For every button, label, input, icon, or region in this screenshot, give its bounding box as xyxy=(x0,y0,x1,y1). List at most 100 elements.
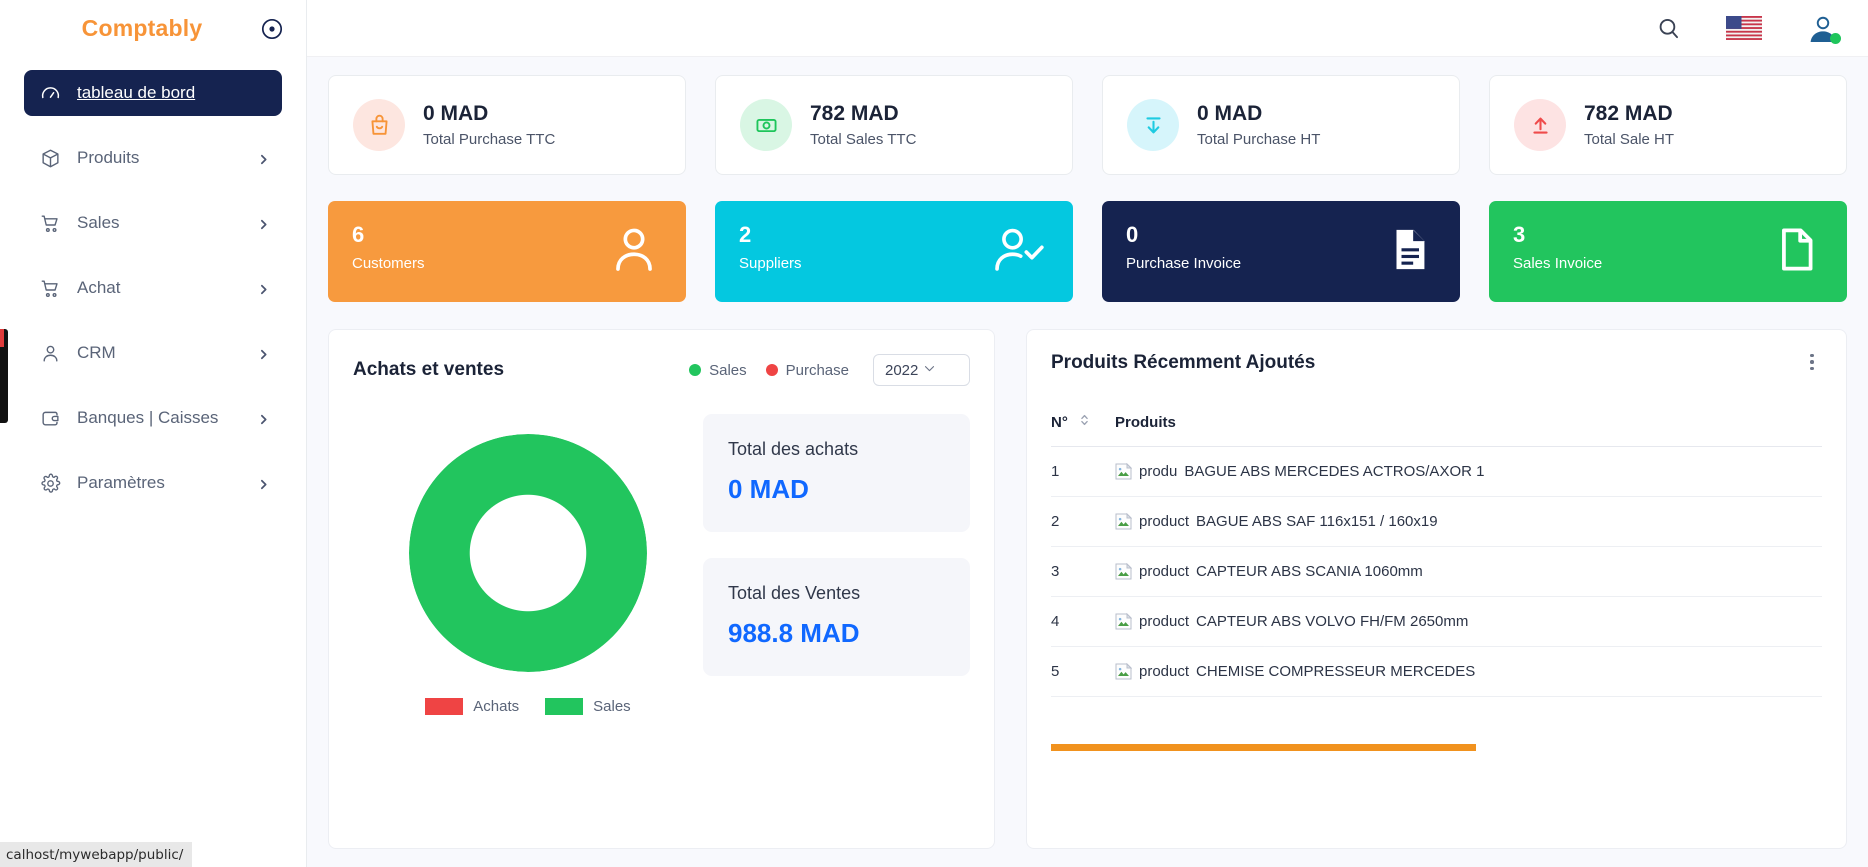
recent-products-header: Produits Récemment Ajoutés xyxy=(1051,352,1822,374)
main-area: 0 MAD Total Purchase TTC 782 MAD Total S… xyxy=(307,0,1868,867)
chevron-right-icon xyxy=(257,346,267,360)
chevron-right-icon xyxy=(257,411,267,425)
stat-value: 0 MAD xyxy=(423,102,489,126)
sidebar-item-tableau-de-bord[interactable]: tableau de bord xyxy=(24,70,282,116)
row-number: 3 xyxy=(1051,546,1115,597)
total-label: Total des Ventes xyxy=(728,583,861,603)
chevron-right-icon xyxy=(257,216,267,230)
brand-name: Comptably xyxy=(81,15,203,41)
stat-label: Total Purchase TTC xyxy=(423,130,556,148)
broken-image-icon xyxy=(1115,462,1133,480)
product-name: CAPTEUR ABS VOLVO FH/FM 2650mm xyxy=(1196,613,1469,630)
column-header-num[interactable]: N° xyxy=(1051,402,1115,447)
broken-image-icon xyxy=(1115,512,1133,530)
legend-swatch xyxy=(425,698,464,715)
product-name: BAGUE ABS SAF 116x151 / 160x19 xyxy=(1196,513,1438,530)
year-select[interactable]: 2022 xyxy=(873,354,970,386)
status-url-text: calhost/mywebapp/public/ xyxy=(6,846,184,863)
total-sales-box: Total des Ventes 988.8 MAD xyxy=(703,558,970,676)
stat-value: 0 MAD xyxy=(1197,102,1263,126)
stat-card-total-sales-ttc: 782 MAD Total Sales TTC xyxy=(715,75,1073,175)
legend-label: Achats xyxy=(473,698,520,715)
horizontal-scrollbar[interactable] xyxy=(1051,744,1476,751)
topbar xyxy=(307,0,1868,57)
product-name: BAGUE ABS MERCEDES ACTROS/AXOR 1 xyxy=(1184,463,1485,480)
sales-purchase-chart-panel: Achats et ventes Sales Purchase 2022 Ach… xyxy=(328,329,995,849)
sidebar-item-crm[interactable]: CRM xyxy=(24,330,282,376)
stat-label: Total Sale HT xyxy=(1584,130,1675,148)
kebab-menu-icon[interactable] xyxy=(1802,352,1822,372)
table-row[interactable]: 4 product CAPTEUR ABS VOLVO FH/FM 2650mm xyxy=(1051,596,1822,647)
sort-icon[interactable] xyxy=(1080,413,1089,431)
person-icon xyxy=(608,223,660,280)
chevron-down-icon xyxy=(922,361,959,380)
search-icon[interactable] xyxy=(1654,14,1682,42)
chart-body: Achats Sales Total des achats 0 MAD Tota… xyxy=(353,408,970,715)
recent-products-panel: Produits Récemment Ajoutés N° Produits 1… xyxy=(1026,329,1847,849)
sidebar-item-sales[interactable]: Sales xyxy=(24,200,282,246)
sidebar-item-achat[interactable]: Achat xyxy=(24,265,282,311)
legend-label: Sales xyxy=(593,698,631,715)
sidebar-item-produits[interactable]: Produits xyxy=(24,135,282,181)
broken-image-icon xyxy=(1115,662,1133,680)
legend-label: Sales xyxy=(709,361,747,379)
recent-products-table: N° Produits 1 produ BAGUE ABS MERCEDES A… xyxy=(1051,402,1822,697)
sidebar-item-label: Sales xyxy=(77,213,120,232)
table-row[interactable]: 3 product CAPTEUR ABS SCANIA 1060mm xyxy=(1051,546,1822,597)
shopping-bag-icon xyxy=(353,99,405,151)
table-row[interactable]: 2 product BAGUE ABS SAF 116x151 / 160x19 xyxy=(1051,496,1822,547)
avatar[interactable] xyxy=(1806,11,1841,45)
table-row[interactable]: 5 product CHEMISE COMPRESSEUR MERCEDES xyxy=(1051,646,1822,697)
sidebar-item-label: Produits xyxy=(77,148,140,167)
summary-stats-row: 0 MAD Total Purchase TTC 782 MAD Total S… xyxy=(328,75,1847,175)
donut-legend-item-sales: Sales xyxy=(545,698,631,715)
total-purchases-box: Total des achats 0 MAD xyxy=(703,414,970,532)
stat-card-total-purchase-ht: 0 MAD Total Purchase HT xyxy=(1102,75,1460,175)
donut-ring xyxy=(409,434,647,672)
upload-icon xyxy=(1514,99,1566,151)
content-scroll: 0 MAD Total Purchase TTC 782 MAD Total S… xyxy=(307,57,1868,867)
table-row[interactable]: 1 produ BAGUE ABS MERCEDES ACTROS/AXOR 1 xyxy=(1051,446,1822,497)
broken-image-icon xyxy=(1115,612,1133,630)
stat-label: Total Purchase HT xyxy=(1197,130,1321,148)
sidebar-item-banques-caisses[interactable]: Banques | Caisses xyxy=(24,395,282,441)
stat-card-total-purchase-ttc: 0 MAD Total Purchase TTC xyxy=(328,75,686,175)
row-product: product CAPTEUR ABS VOLVO FH/FM 2650mm xyxy=(1115,596,1822,647)
box-icon xyxy=(39,147,61,169)
kpi-card-purchase-invoice[interactable]: 0 Purchase Invoice xyxy=(1102,201,1460,302)
chart-totals: Total des achats 0 MAD Total des Ventes … xyxy=(703,408,970,715)
column-header-label: N° xyxy=(1051,413,1068,431)
kpi-card-suppliers[interactable]: 2 Suppliers xyxy=(715,201,1073,302)
chevron-right-icon xyxy=(257,151,267,165)
person-check-icon xyxy=(991,223,1047,280)
download-icon xyxy=(1127,99,1179,151)
user-icon xyxy=(39,342,61,364)
cart-icon xyxy=(39,212,61,234)
kpi-card-customers[interactable]: 6 Customers xyxy=(328,201,686,302)
row-product: product CHEMISE COMPRESSEUR MERCEDES xyxy=(1115,646,1822,697)
dashboard-icon xyxy=(39,82,61,104)
edge-drawer-handle[interactable] xyxy=(0,329,8,423)
stat-value: 782 MAD xyxy=(810,102,899,126)
record-circle-icon[interactable] xyxy=(260,17,284,41)
column-header-produits[interactable]: Produits xyxy=(1115,402,1822,447)
money-icon xyxy=(740,99,792,151)
us-flag-icon[interactable] xyxy=(1726,16,1762,40)
sidebar-item-parametres[interactable]: Paramètres xyxy=(24,460,282,506)
sidebar-nav: tableau de bord Produits Sales Achat CRM… xyxy=(0,57,306,525)
kpi-card-sales-invoice[interactable]: 3 Sales Invoice xyxy=(1489,201,1847,302)
year-select-value: 2022 xyxy=(885,361,919,379)
legend-item-sales: Sales xyxy=(689,362,747,379)
stat-card-total-sale-ht: 782 MAD Total Sale HT xyxy=(1489,75,1847,175)
stat-label: Total Sales TTC xyxy=(810,130,917,148)
brand-row: Comptably xyxy=(0,0,306,57)
image-alt-text: product xyxy=(1139,613,1190,630)
donut-chart: Achats Sales xyxy=(353,408,703,715)
row-product: produ BAGUE ABS MERCEDES ACTROS/AXOR 1 xyxy=(1115,446,1822,497)
panels-row: Achats et ventes Sales Purchase 2022 Ach… xyxy=(328,329,1847,849)
chart-header: Achats et ventes Sales Purchase 2022 xyxy=(353,354,970,386)
panel-title: Produits Récemment Ajoutés xyxy=(1051,352,1316,373)
stat-value: 782 MAD xyxy=(1584,102,1673,126)
cart-icon xyxy=(39,277,61,299)
legend-item-purchase: Purchase xyxy=(765,362,849,379)
